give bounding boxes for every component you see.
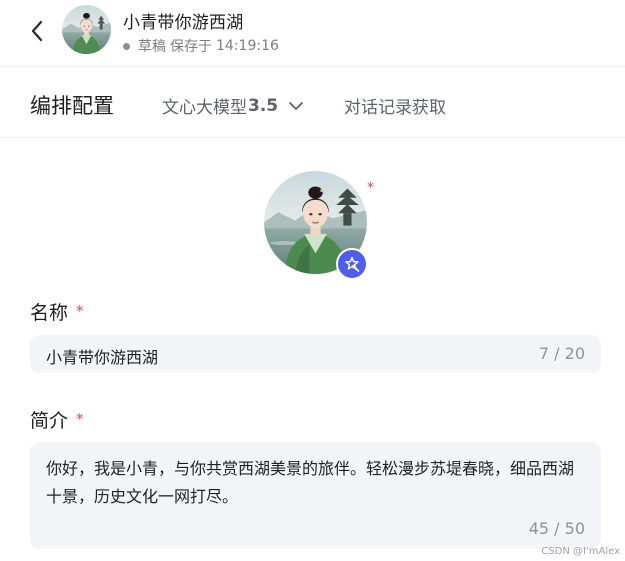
intro-label-text: 简介 (30, 410, 69, 432)
agent-avatar-small (62, 5, 111, 54)
save-status: 草稿 保存于 14:19:16 (123, 36, 279, 56)
intro-required-mark: * (76, 410, 84, 428)
top-header: 小青带你游西湖 草稿 保存于 14:19:16 (0, 0, 625, 67)
name-input[interactable]: 小青带你游西湖 7 / 20 (30, 335, 601, 373)
name-char-counter: 7 / 20 (538, 344, 585, 363)
model-version: 3.5 (248, 95, 279, 116)
model-name: 文心大模型 (162, 98, 247, 118)
tab-arrange-config[interactable]: 编排配置 (30, 90, 114, 120)
name-label: 名称 * (30, 298, 84, 325)
saved-label: 保存于 (170, 39, 212, 55)
intro-label: 简介 * (30, 406, 84, 433)
avatar-required-mark: * (367, 180, 374, 196)
magic-wand-icon (345, 256, 360, 272)
back-button[interactable] (26, 18, 48, 44)
watermark: CSDN @I'mAlex (541, 546, 620, 557)
status-dot-icon (123, 42, 130, 50)
name-label-text: 名称 (30, 302, 69, 324)
config-tabs: 编排配置 文心大模型 3.5 对话记录获取 (0, 68, 625, 138)
intro-textarea-value: 你好，我是小青，与你共赏西湖美景的旅伴。轻松漫步苏堤春晓，细品西湖十景，历史文化… (46, 459, 575, 506)
chevron-down-icon (288, 101, 304, 111)
name-required-mark: * (76, 302, 84, 320)
ai-generate-avatar-button[interactable] (336, 248, 368, 280)
chevron-left-icon (31, 20, 43, 42)
app-page: 小青带你游西湖 草稿 保存于 14:19:16 编排配置 文心大模型 3.5 对… (0, 0, 625, 561)
tab-chat-history[interactable]: 对话记录获取 (344, 93, 446, 118)
saved-time: 14:19:16 (216, 38, 279, 54)
intro-char-counter: 45 / 50 (528, 519, 585, 538)
name-input-value: 小青带你游西湖 (46, 348, 159, 367)
model-selector[interactable]: 文心大模型 3.5 (162, 93, 304, 118)
draft-label: 草稿 (138, 39, 166, 55)
page-title: 小青带你游西湖 (123, 13, 244, 33)
intro-textarea[interactable]: 你好，我是小青，与你共赏西湖美景的旅伴。轻松漫步苏堤春晓，细品西湖十景，历史文化… (30, 442, 601, 549)
